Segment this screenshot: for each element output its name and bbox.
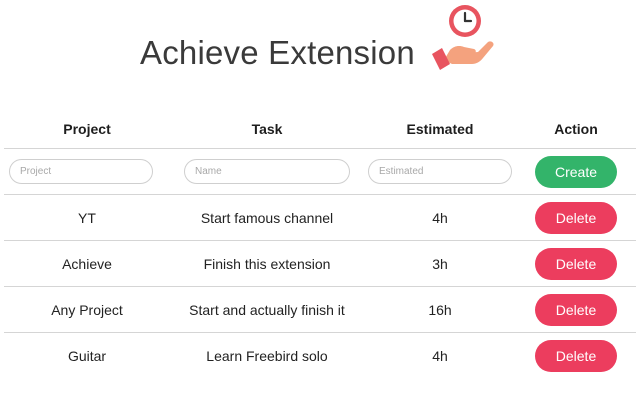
hand-holding-clock-icon (432, 5, 494, 70)
table-row: Guitar Learn Freebird solo 4h Delete (4, 333, 636, 379)
task-cell: Learn Freebird solo (206, 347, 328, 364)
header: Achieve Extension (0, 0, 640, 100)
action-cell: Delete (516, 333, 636, 379)
action-cell: Delete (516, 240, 636, 287)
table-row: YT Start famous channel 4h Delete (4, 194, 636, 241)
task-cell: Finish this extension (170, 240, 364, 287)
estimated-cell: 4h (432, 347, 448, 364)
action-cell: Delete (516, 194, 636, 241)
estimated-input[interactable] (368, 159, 512, 184)
table-header-row: Project Task Estimated Action (4, 110, 636, 149)
action-cell: Delete (516, 286, 636, 333)
task-input-cell (170, 148, 364, 195)
estimated-input-cell (364, 148, 516, 195)
project-input[interactable] (9, 159, 153, 184)
estimated-cell: 3h (364, 240, 516, 287)
estimated-cell: 16h (364, 286, 516, 333)
tasks-table: Project Task Estimated Action Create YT … (4, 110, 636, 378)
column-header-task: Task (170, 110, 364, 149)
column-header-estimated: Estimated (364, 110, 516, 149)
project-cell: YT (4, 194, 170, 241)
create-cell: Create (516, 148, 636, 195)
table-row: Any Project Start and actually finish it… (4, 286, 636, 333)
column-header-project: Project (4, 110, 170, 149)
new-task-form-row: Create (4, 148, 636, 195)
app-title: Achieve Extension (140, 34, 415, 71)
task-cell: Start famous channel (170, 194, 364, 241)
delete-button[interactable]: Delete (535, 293, 617, 326)
delete-button[interactable]: Delete (535, 247, 617, 280)
project-cell: Guitar (67, 347, 107, 364)
task-cell: Start and actually finish it (170, 286, 364, 333)
estimated-cell: 4h (364, 194, 516, 241)
delete-button[interactable]: Delete (535, 339, 617, 372)
project-input-cell (4, 148, 170, 195)
task-name-input[interactable] (184, 159, 350, 184)
delete-button[interactable]: Delete (535, 201, 617, 234)
project-cell: Any Project (4, 286, 170, 333)
table-row: Achieve Finish this extension 3h Delete (4, 240, 636, 287)
create-button[interactable]: Create (535, 155, 617, 188)
column-header-action: Action (516, 110, 636, 149)
project-cell: Achieve (4, 240, 170, 287)
